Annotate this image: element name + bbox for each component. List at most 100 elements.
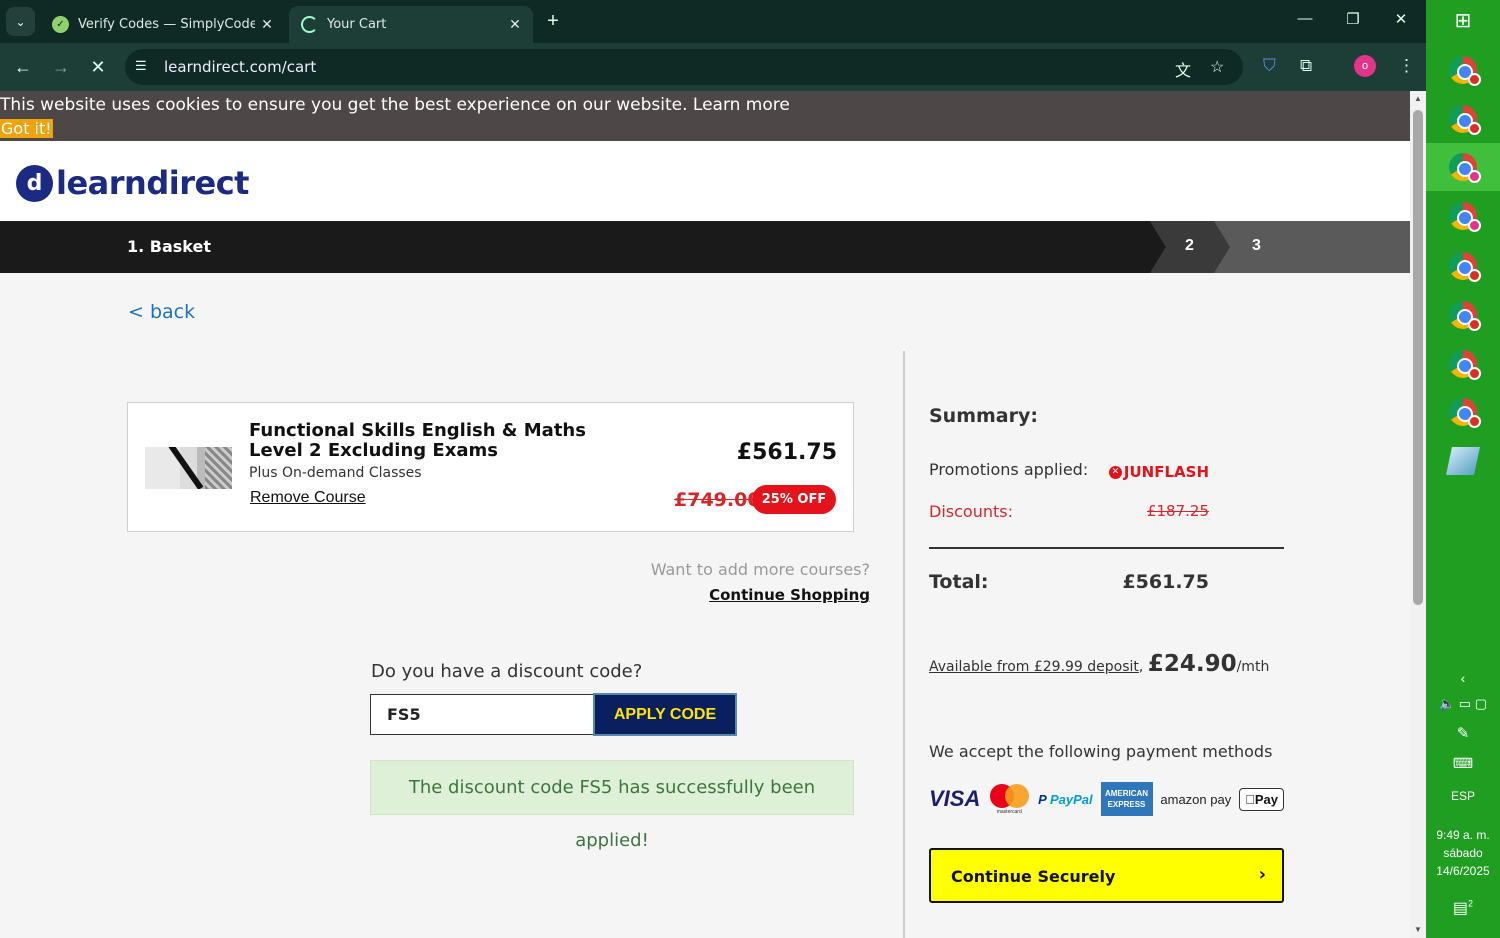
promotions-label: Promotions applied:	[929, 460, 1089, 479]
discount-badge: 25% OFF	[752, 485, 836, 514]
summary-divider	[929, 547, 1284, 549]
close-tab-icon[interactable]: ✕	[255, 17, 279, 33]
restore-icon[interactable]: ❐	[1340, 10, 1366, 28]
page-scrollbar[interactable]: ▲ ▼	[1410, 91, 1426, 938]
simplycodes-favicon-icon: ✓	[52, 16, 69, 33]
cart-item: Functional Skills English & Maths Level …	[127, 402, 854, 532]
more-courses: Want to add more courses? Continue Shopp…	[651, 560, 870, 604]
course-subtitle: Plus On-demand Classes	[249, 465, 422, 481]
minimize-icon[interactable]: —	[1292, 10, 1318, 27]
mastercard-logo: mastercard	[988, 782, 1030, 816]
continue-label: Continue Securely	[951, 867, 1116, 886]
tab-search-button[interactable]: ⌄	[6, 7, 35, 36]
keyboard-icon[interactable]: ⌨	[1426, 755, 1500, 772]
scroll-down-icon[interactable]: ▼	[1413, 925, 1423, 935]
chrome-window-icon[interactable]	[1449, 350, 1481, 380]
loading-spinner-icon	[301, 16, 318, 33]
step-3: 3	[1252, 237, 1261, 254]
payment-logos: VISA mastercard P PayPal AMERICAN EXPRES…	[929, 780, 1284, 818]
browser-window: ⌄ ✓ Verify Codes — SimplyCodes ✕ Your Ca…	[0, 0, 1426, 938]
continue-securely-button[interactable]: Continue Securely ›	[929, 848, 1284, 903]
close-tab-icon[interactable]: ✕	[503, 17, 527, 33]
promo-code-tag[interactable]: ✕ JUNFLASH	[1108, 463, 1209, 481]
finance-offer: Available from £29.99 deposit, £24.90/mt…	[929, 651, 1270, 677]
course-old-price: £749.00	[674, 489, 761, 511]
chrome-window-icon[interactable]	[1449, 202, 1481, 232]
chrome-window-icon[interactable]	[1449, 105, 1481, 135]
notifications-icon[interactable]: ▤2	[1426, 898, 1500, 918]
tab-your-cart[interactable]: Your Cart ✕	[289, 6, 533, 43]
windows-start-icon[interactable]: ⊞	[1449, 8, 1477, 36]
url-text[interactable]: learndirect.com/cart	[164, 58, 316, 76]
tab-verify-codes[interactable]: ✓ Verify Codes — SimplyCodes ✕	[40, 6, 285, 43]
site-info-icon[interactable]: ☰	[135, 58, 147, 74]
cookie-message: This website uses cookies to ensure you …	[0, 95, 790, 115]
tray-icons[interactable]: 🔈 ▭ ▢	[1426, 696, 1500, 712]
menu-kebab-icon[interactable]: ⋮	[1398, 56, 1415, 76]
tray-chevron-icon[interactable]: ‹	[1426, 670, 1500, 686]
shield-extension-icon[interactable]: ⛉	[1263, 56, 1276, 76]
bookmark-star-icon[interactable]: ☆	[1210, 57, 1224, 77]
chevron-right-icon: ›	[1258, 864, 1266, 885]
new-tab-button[interactable]: +	[541, 9, 565, 33]
scrollbar-thumb[interactable]	[1413, 110, 1423, 605]
course-thumbnail	[145, 447, 232, 489]
cookie-banner: This website uses cookies to ensure you …	[0, 91, 1410, 141]
language-indicator[interactable]: ESP	[1426, 789, 1500, 803]
course-title: Functional Skills English & Maths Level …	[249, 420, 586, 461]
notifications-count: 2	[1468, 898, 1474, 909]
checkout-steps: 1. Basket 2 3	[0, 221, 1410, 273]
apple-pay-logo: Pay	[1239, 787, 1284, 811]
back-link[interactable]: < back	[128, 301, 195, 323]
paypal-logo: P PayPal	[1038, 791, 1093, 807]
stop-loading-icon[interactable]: ✕	[87, 56, 109, 78]
clock-day[interactable]: sábado	[1426, 846, 1500, 860]
back-arrow-icon[interactable]: ←	[12, 56, 34, 78]
got-it-button[interactable]: Got it!	[0, 119, 53, 138]
tab-title: Your Cart	[327, 17, 387, 32]
chrome-window-icon[interactable]	[1449, 56, 1481, 86]
discount-code-input[interactable]	[370, 694, 594, 735]
app-window-icon[interactable]	[1446, 447, 1480, 475]
windows-taskbar: ⊞ ‹ 🔈 ▭ ▢ ✎ ⌨ ESP 9:49 a. m. sábado 14/6…	[1426, 0, 1500, 938]
chrome-window-icon[interactable]	[1449, 301, 1481, 331]
finance-unit: /mth	[1236, 659, 1270, 675]
total-label: Total:	[929, 571, 989, 593]
column-divider	[903, 351, 905, 938]
course-price: £561.75	[736, 440, 837, 465]
extensions-puzzle-icon[interactable]: ⧉	[1300, 56, 1312, 76]
visa-logo: VISA	[929, 786, 981, 811]
discount-success-message: The discount code FS5 has successfully b…	[370, 760, 854, 851]
tab-bar: ⌄ ✓ Verify Codes — SimplyCodes ✕ Your Ca…	[0, 0, 1426, 43]
pen-icon[interactable]: ✎	[1426, 724, 1500, 742]
omnibox[interactable]: ☰ learndirect.com/cart 文 ☆	[125, 49, 1243, 85]
apply-code-button[interactable]: APPLY CODE	[593, 693, 737, 736]
translate-icon[interactable]: 文	[1175, 57, 1191, 81]
remove-course-link[interactable]: Remove Course	[250, 489, 366, 507]
learndirect-logo[interactable]: d learndirect	[16, 164, 249, 202]
close-window-icon[interactable]: ✕	[1388, 10, 1414, 28]
summary-title: Summary:	[929, 405, 1038, 427]
logo-text: learndirect	[56, 164, 249, 202]
total-value: £561.75	[1122, 571, 1209, 593]
forward-arrow-icon[interactable]: →	[50, 56, 72, 78]
promo-code: JUNFLASH	[1123, 463, 1209, 481]
cookie-text: This website uses cookies to ensure you …	[0, 95, 688, 115]
remove-promo-icon[interactable]: ✕	[1108, 465, 1122, 479]
finance-link[interactable]: Available from £29.99 deposit	[929, 659, 1139, 675]
amazon-pay-logo: amazon pay	[1160, 791, 1232, 807]
clock-date[interactable]: 14/6/2025	[1426, 864, 1500, 878]
discounts-label: Discounts:	[929, 502, 1013, 521]
continue-shopping-link[interactable]: Continue Shopping	[651, 586, 870, 604]
learn-more-link[interactable]: Learn more	[693, 95, 790, 115]
step-basket: 1. Basket	[127, 237, 212, 256]
chrome-window-icon[interactable]	[1449, 153, 1481, 183]
chrome-window-icon[interactable]	[1449, 252, 1481, 282]
amex-logo: AMERICAN EXPRESS	[1100, 782, 1153, 816]
payment-methods-text: We accept the following payment methods	[929, 742, 1273, 761]
clock-time[interactable]: 9:49 a. m.	[1426, 828, 1500, 842]
scroll-up-icon[interactable]: ▲	[1413, 94, 1423, 104]
step-2: 2	[1185, 237, 1194, 254]
chrome-window-icon[interactable]	[1449, 398, 1481, 428]
profile-avatar[interactable]: o	[1354, 55, 1376, 77]
